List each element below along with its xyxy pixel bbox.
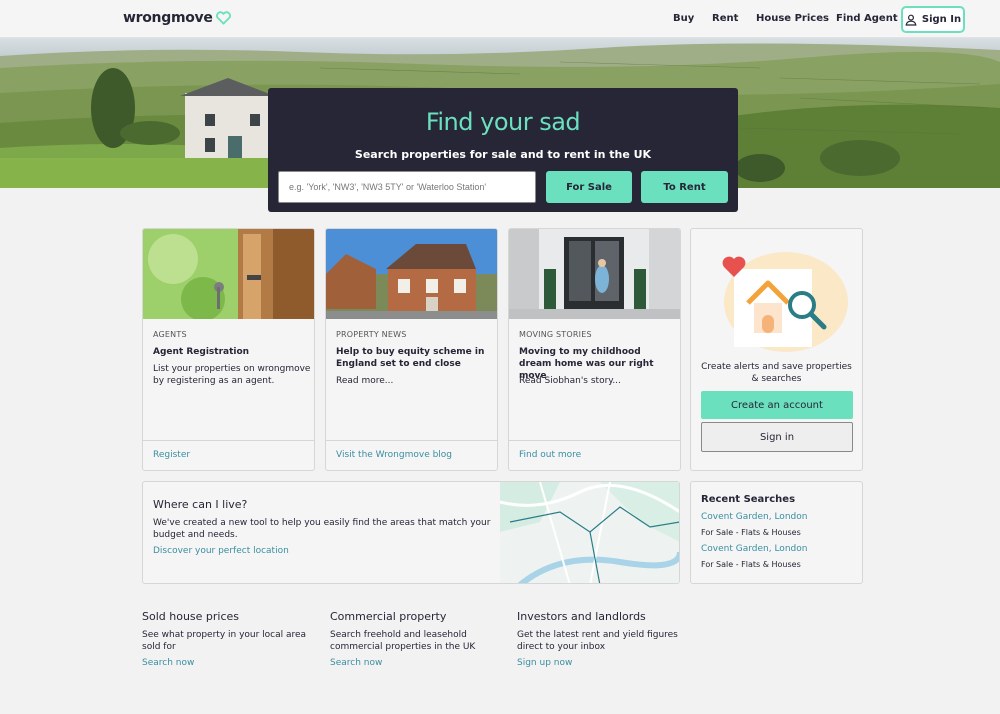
card-moving-stories: MOVING STORIES Moving to my childhood dr… bbox=[508, 228, 681, 471]
recent-search-detail: For Sale - Flats & Houses bbox=[701, 560, 801, 569]
map-illustration[interactable] bbox=[500, 482, 680, 584]
house-search-illustration bbox=[722, 252, 848, 352]
search-panel: Find your sad Search properties for sale… bbox=[268, 88, 738, 212]
card-image-doorway bbox=[509, 229, 680, 319]
commercial-property-section: Commercial property Search freehold and … bbox=[330, 610, 510, 668]
search-title: Find your sad bbox=[425, 108, 581, 136]
section-title: Sold house prices bbox=[142, 610, 240, 623]
recent-search-link[interactable]: Covent Garden, London bbox=[701, 512, 807, 522]
recent-search-detail: For Sale - Flats & Houses bbox=[701, 528, 801, 537]
card-category: MOVING STORIES bbox=[519, 330, 592, 339]
live-title: Where can I live? bbox=[153, 498, 248, 511]
card-property-news: PROPERTY NEWS Help to buy equity scheme … bbox=[325, 228, 498, 471]
site-header: wrongmove Buy Rent House Prices Find Age… bbox=[0, 0, 1000, 38]
section-title: Investors and landlords bbox=[517, 610, 646, 623]
discover-location-link[interactable]: Discover your perfect location bbox=[153, 546, 289, 556]
for-sale-button[interactable]: For Sale bbox=[546, 171, 632, 203]
header-signin-button[interactable]: Sign In bbox=[901, 6, 965, 33]
section-title: Commercial property bbox=[330, 610, 447, 623]
sign-up-now-link[interactable]: Sign up now bbox=[517, 658, 697, 668]
recent-searches-title: Recent Searches bbox=[701, 494, 796, 505]
card-divider bbox=[143, 440, 314, 441]
nav-buy[interactable]: Buy bbox=[673, 13, 694, 24]
card-title: Help to buy equity scheme in England set… bbox=[336, 347, 485, 369]
nav-house-prices[interactable]: House Prices bbox=[756, 13, 829, 24]
nav-rent[interactable]: Rent bbox=[712, 13, 738, 24]
account-text: Create alerts and save properties & sear… bbox=[701, 362, 852, 384]
card-agents: AGENTS Agent Registration List your prop… bbox=[142, 228, 315, 471]
card-title: Agent Registration bbox=[153, 347, 250, 357]
card-divider bbox=[326, 440, 497, 441]
where-can-i-live-card: Where can I live? We've created a new to… bbox=[142, 481, 680, 584]
card-image-houses bbox=[326, 229, 497, 319]
card-description: List your properties on wrongmove by reg… bbox=[153, 364, 311, 386]
account-signin-button[interactable]: Sign in bbox=[701, 422, 853, 452]
to-rent-button[interactable]: To Rent bbox=[641, 171, 728, 203]
sold-house-prices-section: Sold house prices See what property in y… bbox=[142, 610, 322, 668]
card-category: AGENTS bbox=[153, 330, 187, 339]
register-link[interactable]: Register bbox=[153, 450, 190, 460]
find-out-more-link[interactable]: Find out more bbox=[519, 450, 581, 460]
section-description: Get the latest rent and yield figures di… bbox=[517, 630, 678, 652]
live-description: We've created a new tool to help you eas… bbox=[153, 518, 491, 540]
card-description: Read Siobhan's story... bbox=[519, 376, 621, 386]
recent-searches-card: Recent Searches Covent Garden, London Fo… bbox=[690, 481, 863, 584]
create-account-button[interactable]: Create an account bbox=[701, 391, 853, 419]
nav-find-agent[interactable]: Find Agent bbox=[836, 13, 898, 24]
user-icon bbox=[905, 14, 917, 26]
search-input[interactable] bbox=[278, 171, 536, 203]
card-description: Read more... bbox=[336, 376, 394, 386]
search-now-link[interactable]: Search now bbox=[330, 658, 510, 668]
search-now-link[interactable]: Search now bbox=[142, 658, 322, 668]
section-description: See what property in your local area sol… bbox=[142, 630, 307, 652]
logo-text: wrongmove bbox=[123, 10, 213, 26]
card-category: PROPERTY NEWS bbox=[336, 330, 407, 339]
card-divider bbox=[509, 440, 680, 441]
recent-search-link[interactable]: Covent Garden, London bbox=[701, 544, 807, 554]
heart-icon bbox=[215, 11, 231, 25]
logo[interactable]: wrongmove bbox=[123, 10, 231, 26]
blog-link[interactable]: Visit the Wrongmove blog bbox=[336, 450, 452, 460]
card-image-keys bbox=[143, 229, 314, 319]
section-description: Search freehold and leasehold commercial… bbox=[330, 630, 476, 652]
search-subtitle: Search properties for sale and to rent i… bbox=[354, 148, 652, 161]
account-card: Create alerts and save properties & sear… bbox=[690, 228, 863, 471]
investors-landlords-section: Investors and landlords Get the latest r… bbox=[517, 610, 697, 668]
header-signin-label: Sign In bbox=[921, 14, 962, 25]
